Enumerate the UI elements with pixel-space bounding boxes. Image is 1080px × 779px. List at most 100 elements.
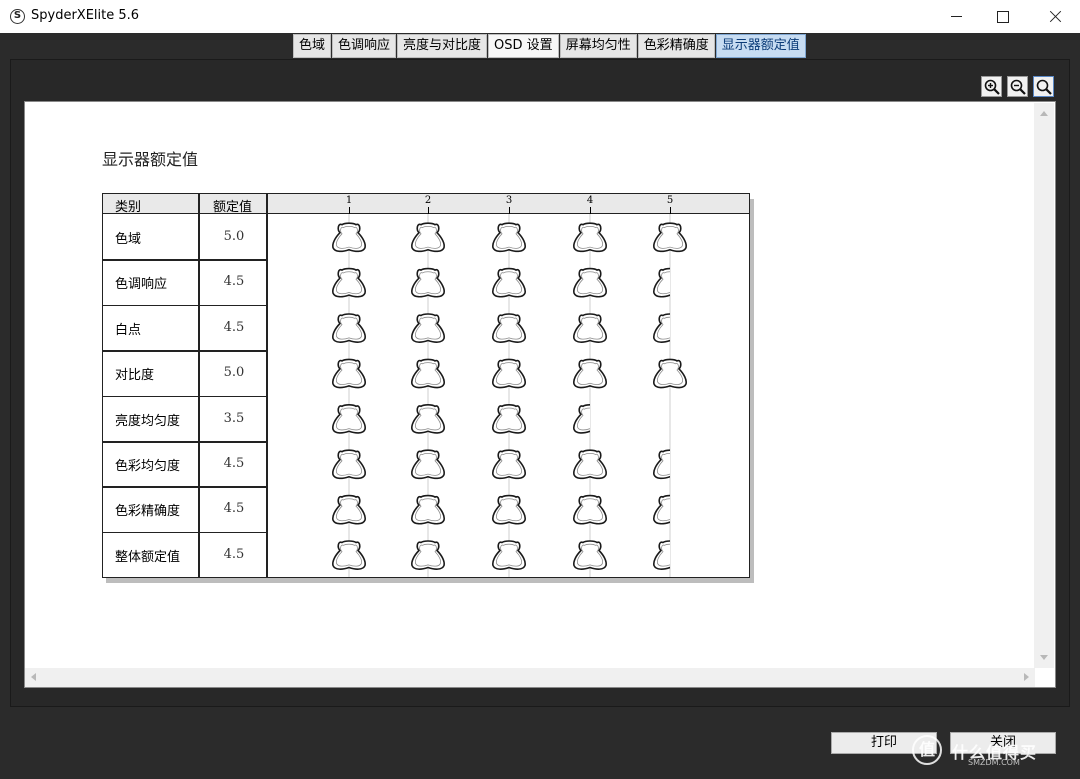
spyder-sensor-icon xyxy=(573,540,607,570)
scale-label: 2 xyxy=(424,195,432,206)
spyder-sensor-icon xyxy=(411,267,445,298)
spyder-sensor-icon xyxy=(653,449,670,480)
spyder-sensor-icon xyxy=(573,404,590,434)
maximize-button[interactable] xyxy=(980,0,1026,33)
report-title: 显示器额定值 xyxy=(102,150,199,169)
minimize-button[interactable] xyxy=(934,0,980,33)
spyder-sensor-icon xyxy=(573,358,607,389)
scroll-left-arrow-icon[interactable] xyxy=(31,673,36,681)
row-category: 亮度均匀度 xyxy=(115,413,181,429)
row-divider xyxy=(103,259,268,261)
rating-icons-layer xyxy=(332,214,687,577)
spyder-sensor-icon xyxy=(492,358,526,389)
horizontal-scrollbar[interactable] xyxy=(25,668,1035,687)
scroll-down-arrow-icon[interactable] xyxy=(1040,655,1048,660)
spyder-sensor-icon xyxy=(653,222,687,253)
scale-label: 1 xyxy=(345,195,353,206)
spyder-sensor-icon xyxy=(332,222,366,253)
scale-tick xyxy=(428,207,429,214)
zoom-out-icon xyxy=(1010,79,1026,95)
tab-6[interactable]: 显示器额定值 xyxy=(715,34,806,58)
watermark-sub: SMZDM.COM xyxy=(968,758,1020,767)
ratings-table: 类别 额定值 1 2 3 4 5 色域 5.0 色调响应 4.5 白点 4.5 对比度 5.0 亮度均匀度… xyxy=(102,193,750,578)
tab-5[interactable]: 色彩精确度 xyxy=(637,34,715,58)
spyder-sensor-icon xyxy=(332,540,366,570)
spyder-sensor-icon xyxy=(411,540,445,570)
spyder-sensor-icon xyxy=(411,222,445,253)
row-rating-value: 5.0 xyxy=(223,229,245,244)
spyder-sensor-icon xyxy=(573,222,607,253)
scale-label: 3 xyxy=(505,195,513,206)
scale-tick xyxy=(670,207,671,214)
zoom-in-icon xyxy=(984,79,1000,95)
tab-4[interactable]: 屏幕均匀性 xyxy=(559,34,637,58)
row-category: 色调响应 xyxy=(115,277,168,293)
row-divider xyxy=(103,395,268,398)
spyder-sensor-icon xyxy=(492,404,526,434)
scale-tick xyxy=(349,207,350,214)
tab-2[interactable]: 亮度与对比度 xyxy=(397,34,488,58)
zoom-fit-button[interactable] xyxy=(1033,76,1054,97)
title-bar: S SpyderXElite 5.6 xyxy=(0,0,1080,33)
scroll-right-arrow-icon[interactable] xyxy=(1024,673,1029,681)
watermark-badge: 值 xyxy=(912,735,942,765)
scale-label: 5 xyxy=(666,195,674,206)
spyder-sensor-icon xyxy=(411,494,445,525)
scale-tick xyxy=(509,207,510,214)
zoom-in-button[interactable] xyxy=(981,76,1002,97)
spyder-sensor-icon xyxy=(411,358,445,389)
spyder-sensor-icon xyxy=(492,267,526,298)
tab-1[interactable]: 色调响应 xyxy=(332,34,397,58)
row-rating-value: 4.5 xyxy=(223,456,245,471)
spyder-sensor-icon xyxy=(573,494,607,525)
tab-strip: 色域 色调响应 亮度与对比度 OSD 设置 屏幕均匀性 色彩精确度 显示器额定值 xyxy=(0,33,1080,59)
spyder-sensor-icon xyxy=(411,313,445,343)
scale-label: 4 xyxy=(586,195,594,206)
window-title: SpyderXElite 5.6 xyxy=(31,8,140,23)
spyder-sensor-icon xyxy=(573,313,607,343)
spyder-sensor-icon xyxy=(492,222,526,253)
row-rating-value: 3.5 xyxy=(223,410,245,426)
row-category: 对比度 xyxy=(115,368,155,384)
watermark: 值 什么值得买 SMZDM.COM xyxy=(912,735,1072,775)
spyder-sensor-icon xyxy=(492,494,526,525)
row-category: 整体额定值 xyxy=(115,549,181,565)
tab-3[interactable]: OSD 设置 xyxy=(488,34,559,58)
spyder-sensor-icon xyxy=(332,404,366,434)
vertical-scrollbar[interactable] xyxy=(1034,103,1054,668)
spyder-sensor-icon xyxy=(492,313,526,343)
spyder-sensor-icon xyxy=(411,449,445,480)
spyder-sensor-icon xyxy=(332,267,366,298)
report-tabs: 色域 色调响应 亮度与对比度 OSD 设置 屏幕均匀性 色彩精确度 显示器额定值 xyxy=(293,34,807,58)
spyder-sensor-icon xyxy=(653,267,670,298)
row-rating-value: 4.5 xyxy=(223,501,245,517)
row-divider xyxy=(103,531,268,534)
row-rating-value: 4.5 xyxy=(223,319,245,335)
row-divider xyxy=(103,304,268,307)
row-divider xyxy=(103,486,268,488)
spyder-sensor-icon xyxy=(653,358,687,389)
spyder-sensor-icon xyxy=(332,449,366,480)
spyder-sensor-icon xyxy=(653,494,670,525)
spyder-sensor-icon xyxy=(573,267,607,298)
row-rating-value: 5.0 xyxy=(223,365,245,381)
spyder-sensor-icon xyxy=(492,540,526,570)
zoom-out-button[interactable] xyxy=(1007,76,1028,97)
spyder-sensor-icon xyxy=(653,313,670,343)
tab-0[interactable]: 色域 xyxy=(293,34,332,58)
spyder-app-icon: S xyxy=(10,9,25,24)
spyder-sensor-icon xyxy=(411,404,445,434)
row-rating-value: 4.5 xyxy=(223,546,245,562)
row-divider xyxy=(103,441,268,443)
row-divider xyxy=(103,350,268,352)
zoom-fit-icon xyxy=(1036,79,1052,95)
spyder-sensor-icon xyxy=(492,449,526,480)
row-category: 色彩均匀度 xyxy=(115,459,181,474)
spyder-sensor-icon xyxy=(332,313,366,343)
spyder-sensor-icon xyxy=(332,358,366,389)
spyder-sensor-icon xyxy=(332,494,366,525)
spyder-sensor-icon xyxy=(573,449,607,480)
close-window-button[interactable] xyxy=(1034,0,1080,33)
row-category: 色彩精确度 xyxy=(115,504,181,520)
scroll-up-arrow-icon[interactable] xyxy=(1040,111,1048,116)
